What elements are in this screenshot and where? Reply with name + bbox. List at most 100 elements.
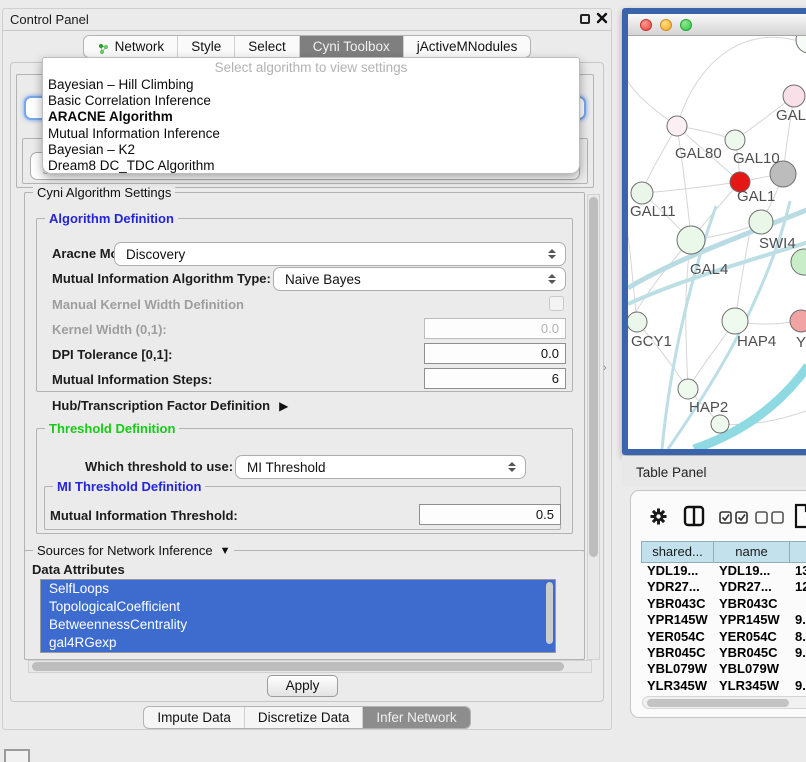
document-icon[interactable]: [794, 503, 806, 529]
settings-horizontal-scrollbar[interactable]: [28, 660, 592, 673]
mi-steps-input[interactable]: 6: [424, 368, 566, 389]
table-scrollbar-thumb[interactable]: [647, 699, 789, 707]
cell-shared-name: YER054C: [641, 629, 713, 645]
node-label: HAP4: [737, 333, 776, 350]
apply-button[interactable]: Apply: [267, 675, 338, 697]
table-panel: shared... name A YDL19... YDL19... 13 YD…: [630, 490, 806, 718]
table-row[interactable]: YLR345W YLR345W 9.: [641, 678, 806, 694]
node-label: HAP2: [689, 399, 728, 416]
tab-jactivemnodules-label: jActiveMNodules: [417, 39, 518, 54]
manual-kernel-width-checkbox[interactable]: [549, 296, 564, 311]
checked-boxes-icon[interactable]: [719, 511, 748, 524]
split-pane-handle[interactable]: ›: [603, 362, 607, 374]
tab-cyni-toolbox[interactable]: Cyni Toolbox: [299, 36, 403, 57]
list-item[interactable]: BetweennessCentrality: [41, 616, 555, 634]
tab-discretize-data[interactable]: Discretize Data: [244, 707, 363, 728]
node: [711, 415, 729, 433]
cell-value: [789, 661, 806, 677]
menu-item-bayesian-hill-climbing[interactable]: Bayesian – Hill Climbing: [43, 77, 579, 93]
menu-item-bayesian-k2[interactable]: Bayesian – K2: [43, 142, 579, 158]
kernel-width-input[interactable]: 0.0: [424, 318, 566, 339]
unchecked-boxes-icon[interactable]: [755, 511, 784, 524]
table-row[interactable]: YDL19... YDL19... 13: [641, 563, 806, 579]
menu-item-dream8[interactable]: Dream8 DC_TDC Algorithm: [43, 158, 579, 174]
list-item[interactable]: TopologicalCoefficient: [41, 598, 555, 616]
tab-network[interactable]: Network: [84, 36, 178, 57]
data-attributes-label: Data Attributes: [32, 562, 125, 577]
tab-select[interactable]: Select: [234, 36, 299, 57]
tab-select-label: Select: [248, 39, 286, 54]
spinner-arrows-icon: [543, 249, 561, 259]
sources-toggle[interactable]: Sources for Network Inference ▼: [33, 543, 234, 558]
node-label: GAL4: [690, 261, 728, 278]
node: [796, 36, 806, 53]
network-canvas[interactable]: GAL80 GAL GAL10 GAL1 GAL11 SWI4 GAL4 GCY…: [628, 36, 806, 449]
menu-item-mutual-information[interactable]: Mutual Information Inference: [43, 126, 579, 142]
cell-name: YPR145W: [713, 612, 789, 628]
tab-network-label: Network: [115, 39, 165, 54]
algorithm-definition-title: Algorithm Definition: [45, 211, 178, 226]
threshold-definition-title: Threshold Definition: [45, 421, 179, 436]
tab-infer-network[interactable]: Infer Network: [362, 707, 469, 728]
minimize-window-icon[interactable]: [660, 19, 672, 31]
node: [791, 249, 806, 275]
tab-style[interactable]: Style: [177, 36, 234, 57]
node-label: GAL1: [737, 188, 775, 205]
cell-value: 13: [789, 563, 806, 579]
menu-item-aracne[interactable]: ARACNE Algorithm: [43, 109, 579, 125]
table-row[interactable]: YBR045C YBR045C 9.: [641, 645, 806, 661]
vertical-scrollbar-thumb[interactable]: [589, 197, 598, 557]
aracne-mode-select[interactable]: Discovery: [114, 242, 566, 266]
horizontal-scrollbar-thumb[interactable]: [32, 662, 564, 671]
cell-shared-name: YBR045C: [641, 645, 713, 661]
network-icon: [97, 42, 110, 56]
docked-panel-icon[interactable]: [4, 749, 30, 762]
column-header-name[interactable]: name: [714, 542, 790, 562]
table-row[interactable]: YDR27... YDR27... 12: [641, 579, 806, 595]
columns-icon[interactable]: [683, 505, 705, 527]
node-label: GAL: [776, 107, 806, 124]
column-header-shared-name[interactable]: shared...: [642, 542, 714, 562]
node-salmon: [790, 310, 806, 332]
float-panel-icon[interactable]: [580, 14, 590, 24]
list-item[interactable]: gal4RGexp: [41, 634, 555, 652]
node-table: shared... name A YDL19... YDL19... 13 YD…: [641, 541, 806, 711]
desktop: Control Panel Network Style Select: [0, 0, 806, 762]
node-swi4: [749, 210, 773, 234]
settings-gear-icon[interactable]: [649, 507, 668, 526]
mi-threshold-input[interactable]: 0.5: [419, 504, 561, 525]
settings-vertical-scrollbar[interactable]: [587, 194, 600, 660]
list-item[interactable]: SelfLoops: [41, 580, 555, 598]
data-attributes-list[interactable]: SelfLoopsTopologicalCoefficientBetweenne…: [40, 579, 556, 653]
hub-definition-toggle[interactable]: Hub/Transcription Factor Definition ▶: [52, 398, 288, 413]
which-threshold-value: MI Threshold: [236, 460, 503, 475]
mi-algorithm-type-select[interactable]: Naive Bayes: [273, 267, 566, 291]
cell-value: [789, 596, 806, 612]
close-window-icon[interactable]: [640, 19, 652, 31]
zoom-window-icon[interactable]: [680, 19, 692, 31]
spinner-arrows-icon: [503, 462, 521, 472]
node-label: SWI4: [759, 235, 796, 252]
table-row[interactable]: YBL079W YBL079W: [641, 661, 806, 677]
cell-shared-name: YDR27...: [641, 579, 713, 595]
which-threshold-select[interactable]: MI Threshold: [235, 455, 526, 479]
cell-shared-name: YPR145W: [641, 612, 713, 628]
table-row[interactable]: YER054C YER054C 8.: [641, 629, 806, 645]
tab-jactivemnodules[interactable]: jActiveMNodules: [403, 36, 531, 57]
cell-value: 8.: [789, 629, 806, 645]
cyni-bottom-tabbar: Impute Data Discretize Data Infer Networ…: [2, 706, 612, 729]
close-panel-icon[interactable]: [596, 12, 608, 24]
table-row[interactable]: YPR145W YPR145W 9.: [641, 612, 806, 628]
list-scrollbar-thumb[interactable]: [546, 582, 553, 644]
menu-item-basic-correlation[interactable]: Basic Correlation Inference: [43, 93, 579, 109]
aracne-mode-value: Discovery: [115, 247, 543, 262]
control-panel-titlebar: [2, 8, 612, 31]
tab-impute-data[interactable]: Impute Data: [144, 707, 244, 728]
table-horizontal-scrollbar[interactable]: [642, 696, 806, 709]
algorithm-dropdown-popup: Select algorithm to view settings Bayesi…: [42, 57, 580, 174]
dpi-tolerance-input[interactable]: 0.0: [424, 343, 566, 364]
cell-name: YBR045C: [713, 645, 789, 661]
node-gal80: [667, 116, 687, 136]
column-header-clipped[interactable]: A: [790, 542, 806, 562]
table-row[interactable]: YBR043C YBR043C: [641, 596, 806, 612]
